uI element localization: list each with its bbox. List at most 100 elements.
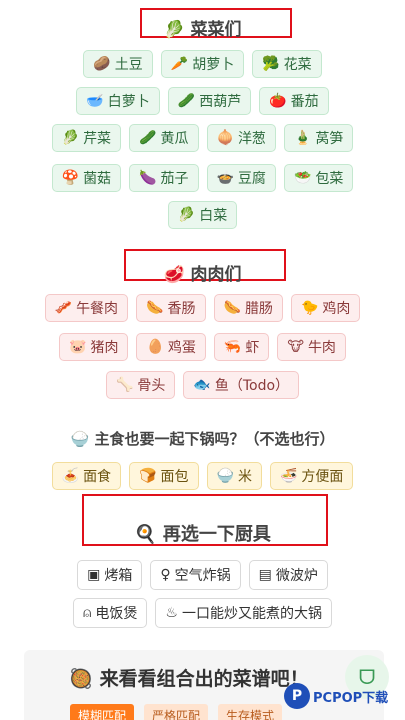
meat-item-icon: 🐤: [300, 300, 319, 316]
frying-pan-icon: 🍳: [134, 524, 157, 545]
staple-row: 🍝 面食 🍞 面包 🍚 米 🍜 方便面: [0, 462, 405, 490]
watermark-mark: P: [284, 683, 310, 709]
meat-item-label: 骨头: [137, 378, 166, 394]
veg-item-icon: 🍅: [269, 93, 287, 109]
meat-item-icon: 🥓: [54, 300, 73, 316]
staple-item-label: 米: [237, 469, 252, 485]
meat-row: 🐷 猪肉 🥚 鸡蛋 🦐 虾 🐮 牛肉: [0, 333, 405, 361]
watermark-text: PCPOP下载: [313, 690, 389, 706]
tool-chip[interactable]: ♨ 一口能炒又能煮的大锅: [155, 598, 332, 628]
tool-chip[interactable]: ⍝ 电饭煲: [73, 598, 148, 628]
tool-chip[interactable]: ♀ 空气炸锅: [150, 560, 241, 590]
veg-chip[interactable]: 🍄 菌菇: [51, 164, 122, 192]
staple-item-label: 面包: [160, 469, 189, 485]
meat-item-icon: 🌭: [146, 300, 164, 316]
veg-chip[interactable]: 🎍 莴笋: [283, 124, 354, 152]
meat-chip[interactable]: 🐟 鱼（Todo）: [183, 371, 300, 399]
veg-item-label: 豆腐: [237, 171, 266, 187]
meat-item-label: 鱼（Todo）: [214, 378, 290, 394]
veg-chip[interactable]: 🥬 白菜: [167, 201, 238, 229]
veg-item-label: 黄瓜: [160, 131, 189, 147]
veg-item-icon: 🍲: [216, 170, 234, 186]
veg-item-icon: 🥕: [170, 56, 189, 72]
veg-chip[interactable]: 🥒 黄瓜: [129, 124, 199, 152]
meat-chip[interactable]: 🥓 午餐肉: [44, 294, 129, 322]
tool-item-label: 微波炉: [275, 568, 318, 584]
veg-chip[interactable]: 🥣 白萝卜: [76, 87, 160, 115]
veg-item-icon: 🥣: [86, 93, 104, 109]
veg-item-label: 菌菇: [83, 171, 112, 187]
meat-chip[interactable]: 🌭 腊肠: [213, 294, 283, 322]
veg-chip[interactable]: 🥬 芹菜: [51, 124, 122, 152]
meat-item-label: 猪肉: [90, 340, 119, 356]
meat-item-icon: 🦴: [115, 377, 134, 393]
mode-fuzzy-match[interactable]: 模糊匹配: [70, 704, 135, 720]
veg-item-label: 茄子: [160, 171, 189, 187]
meat-item-icon: 🐷: [69, 339, 87, 355]
veg-row: 🥔 土豆 🥕 胡萝卜 🥦 花菜: [0, 50, 405, 78]
veg-item-label: 胡萝卜: [192, 57, 235, 73]
meat-chip[interactable]: 🐤 鸡肉: [290, 294, 361, 322]
staple-item-label: 面食: [83, 469, 112, 485]
staple-item-icon: 🍚: [216, 468, 234, 484]
veg-chip[interactable]: 🥕 胡萝卜: [160, 50, 245, 78]
veg-item-icon: 🥒: [139, 130, 157, 146]
stew-pot-icon: 🥘: [69, 668, 94, 690]
tool-chip[interactable]: ▣ 烤箱: [77, 560, 143, 590]
rice-icon: 🍚: [70, 430, 90, 448]
match-mode-tabs: 模糊匹配 严格匹配 生存模式: [70, 704, 283, 720]
veg-item-label: 番茄: [290, 94, 319, 110]
meat-item-icon: 🥚: [146, 339, 164, 355]
meat-item-icon: 🌭: [223, 300, 241, 316]
meat-chip[interactable]: 🐮 牛肉: [277, 333, 346, 361]
staple-item-label: 方便面: [301, 469, 344, 485]
veg-item-icon: 🥦: [262, 56, 280, 72]
veg-item-icon: 🎍: [293, 130, 312, 146]
staple-chip[interactable]: 🍝 面食: [51, 462, 122, 490]
veg-title-text: 菜菜们: [190, 20, 242, 40]
meat-chip[interactable]: 🌭 香肠: [136, 294, 206, 322]
meat-chip[interactable]: 🐷 猪肉: [59, 333, 129, 361]
veg-chip[interactable]: 🥔 土豆: [83, 50, 153, 78]
tool-item-label: 空气炸锅: [174, 568, 231, 584]
meat-section-title: 🥩 肉肉们: [0, 260, 405, 285]
staple-chip[interactable]: 🍚 米: [206, 462, 262, 490]
veg-chip[interactable]: 🍆 茄子: [129, 164, 199, 192]
tools-title-text: 再选一下厨具: [162, 524, 271, 545]
veg-item-icon: 🥬: [61, 130, 80, 146]
veg-chip[interactable]: 🥗 包菜: [283, 164, 354, 192]
veg-item-label: 白菜: [199, 208, 228, 224]
meat-item-icon: 🐟: [193, 377, 211, 393]
veg-chip[interactable]: 🥒 西葫芦: [167, 87, 252, 115]
recipe-title-text: 来看看组合出的菜谱吧！: [99, 668, 309, 690]
staple-item-icon: 🍞: [139, 468, 157, 484]
meat-chip[interactable]: 🦐 虾: [213, 333, 270, 361]
meat-chip[interactable]: 🥚 鸡蛋: [136, 333, 206, 361]
veg-item-label: 西葫芦: [199, 94, 242, 110]
veg-chip[interactable]: 🍲 豆腐: [206, 164, 276, 192]
veg-item-label: 白萝卜: [107, 94, 150, 110]
veg-item-icon: 🥔: [93, 56, 111, 72]
mode-strict-match[interactable]: 严格匹配: [144, 704, 209, 720]
meat-chip[interactable]: 🦴 骨头: [105, 371, 176, 399]
staple-item-icon: 🍝: [61, 468, 80, 484]
tool-item-label: 烤箱: [104, 568, 133, 584]
meat-item-label: 鸡肉: [322, 301, 351, 317]
staple-chip[interactable]: 🍜 方便面: [269, 462, 354, 490]
veg-item-icon: 🥒: [177, 93, 196, 109]
mode-survival[interactable]: 生存模式: [218, 704, 283, 720]
staple-title-text: 主食也要一起下锅吗？（不选也行）: [94, 430, 335, 448]
meat-item-label: 鸡蛋: [167, 340, 196, 356]
meat-title-text: 肉肉们: [190, 265, 242, 285]
veg-chip[interactable]: 🍅 番茄: [259, 87, 329, 115]
watermark-logo: P PCPOP下载: [284, 683, 388, 709]
veg-item-label: 洋葱: [237, 131, 266, 147]
veg-chip[interactable]: 🥦 花菜: [252, 50, 322, 78]
veg-row: 🥬 白菜: [0, 201, 405, 229]
staple-chip[interactable]: 🍞 面包: [129, 462, 199, 490]
meat-item-label: 腊肠: [244, 301, 273, 317]
veg-item-label: 土豆: [114, 57, 143, 73]
veg-chip[interactable]: 🧅 洋葱: [206, 124, 276, 152]
tool-chip[interactable]: ▤ 微波炉: [248, 560, 328, 590]
veg-row: 🥬 芹菜 🥒 黄瓜 🧅 洋葱 🎍 莴笋: [0, 124, 405, 152]
